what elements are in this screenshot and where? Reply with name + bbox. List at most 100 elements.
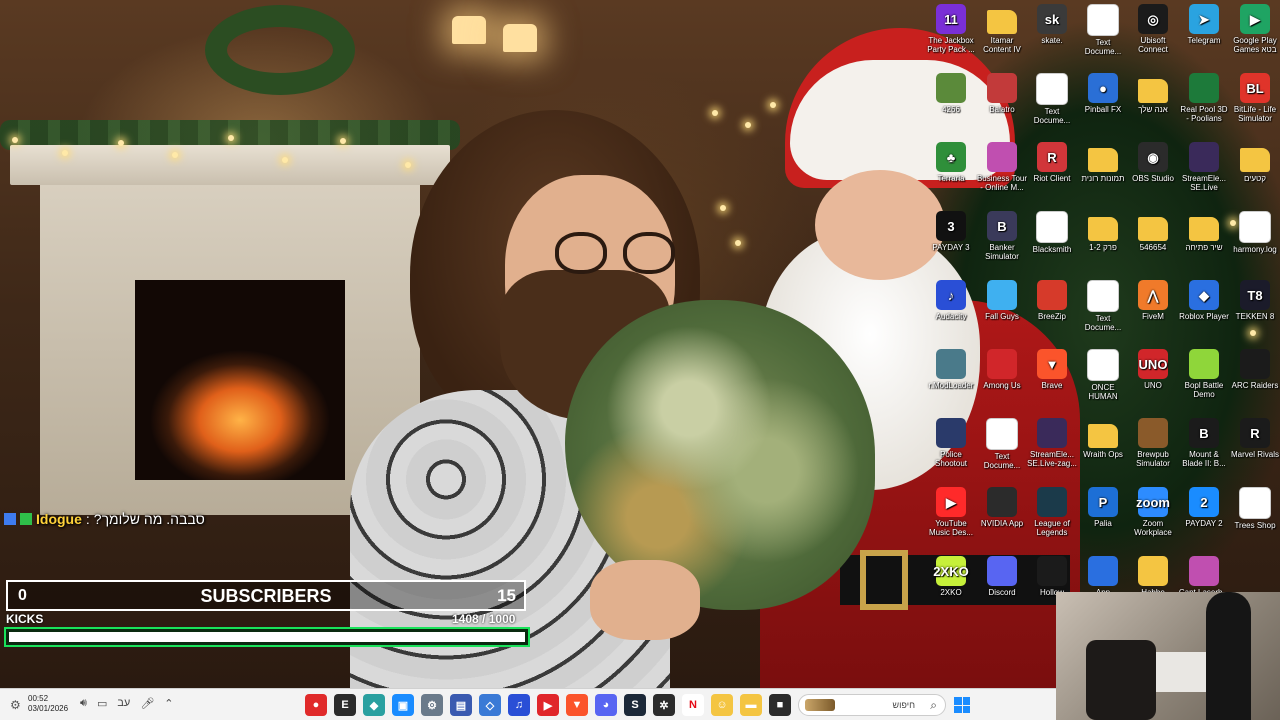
desktop-icon-uno[interactable]: UNO UNO — [1127, 349, 1179, 390]
desktop-icon-jackbox[interactable]: 11 The Jackbox Party Pack ... — [925, 4, 977, 54]
desktop-icon-ubisoft[interactable]: ◎ Ubisoft Connect — [1127, 4, 1179, 54]
desktop-icon-bopl-battle[interactable]: Bopl Battle Demo — [1178, 349, 1230, 399]
netflix-icon[interactable]: N — [682, 694, 704, 716]
desktop-icon-capt-laserhawk[interactable]: Capt Laserh... — [1178, 556, 1230, 597]
desktop-icon-label: 1-2 פרק — [1089, 243, 1117, 252]
settings-gear-icon[interactable]: ⚙ — [10, 698, 24, 712]
desktop-icon-folder[interactable]: Itamar Content IV — [976, 4, 1028, 54]
discord-taskbar-icon[interactable]: ◕ — [595, 694, 617, 716]
desktop-icon-brewpub-simulator[interactable]: Brewpub Simulator — [1127, 418, 1179, 468]
desktop-icon-roblox[interactable]: ◆ Roblox Player — [1178, 280, 1230, 321]
desktop-icon-telegram[interactable]: ➤ Telegram — [1178, 4, 1230, 45]
desktop-icon-brave[interactable]: ▼ Brave — [1026, 349, 1078, 390]
desktop-icon-fall-guys[interactable]: Fall Guys — [976, 280, 1028, 321]
desktop-icon-hollow[interactable]: Hollow — [1026, 556, 1078, 597]
desktop-icon-among-us[interactable]: Among Us — [976, 349, 1028, 390]
desktop-icon-marvel-rivals[interactable]: R Marvel Rivals — [1229, 418, 1280, 459]
desktop-icon-league-of-legends[interactable]: League of Legends — [1026, 487, 1078, 537]
headphones-app-icon[interactable]: ♫ — [508, 694, 530, 716]
record-app-icon[interactable]: ● — [305, 694, 327, 716]
obs-studio-icon: ◉ — [1138, 142, 1168, 172]
desktop-icon-blacksmith[interactable]: Blacksmith — [1026, 211, 1078, 254]
desktop-icon-tekken8[interactable]: T8 TEKKEN 8 — [1229, 280, 1280, 321]
desktop-icon-palia[interactable]: P Palia — [1077, 487, 1129, 528]
desktop-icon-shortcut[interactable]: 4266 — [925, 73, 977, 114]
desktop-icon-text-document[interactable]: Text Docume... — [976, 418, 1028, 470]
file-explorer-icon[interactable]: ▬ — [740, 694, 762, 716]
desktop-icon-folder[interactable]: שיר פתיחה — [1178, 211, 1230, 252]
wallpaper-lamp — [452, 16, 486, 44]
desktop-icon-folder[interactable]: Wraith Ops — [1077, 418, 1129, 459]
desktop-icon-folder[interactable]: אנה שלך — [1127, 73, 1179, 114]
desktop-icon-app[interactable]: App — [1077, 556, 1129, 597]
desktop-icon-text-document[interactable]: Text Docume... — [1026, 73, 1078, 125]
desktop-icon-folder[interactable]: קטעים — [1229, 142, 1280, 183]
chevron-up-icon[interactable]: ⌃ — [164, 697, 173, 710]
desktop-icon-discord[interactable]: Discord — [976, 556, 1028, 597]
settings-app-icon[interactable]: ⚙ — [421, 694, 443, 716]
terminal-icon[interactable]: ■ — [769, 694, 791, 716]
desktop-icon-skate[interactable]: sk skate. — [1026, 4, 1078, 45]
desktop-icon-nvidia[interactable]: NVIDIA App — [976, 487, 1028, 528]
start-button[interactable] — [954, 697, 970, 713]
desktop-icon-folder[interactable]: תמונות רונית — [1077, 142, 1129, 183]
log-file-icon — [1239, 211, 1271, 243]
desktop-icon-balatro[interactable]: Balatro — [976, 73, 1028, 114]
epic-games-icon[interactable]: E — [334, 694, 356, 716]
desktop-icon-folder[interactable]: 546654 — [1127, 211, 1179, 252]
game-app-icon[interactable]: ☺ — [711, 694, 733, 716]
desktop-icon-text-document[interactable]: Text Docume... — [1077, 4, 1129, 56]
subscribers-goal: 15 — [497, 586, 516, 605]
desktop-icon-modloader[interactable]: r.ModLoader — [925, 349, 977, 390]
chatgpt-icon[interactable]: ✲ — [653, 694, 675, 716]
desktop-icon-text-document[interactable]: Text Docume... — [1077, 280, 1129, 332]
network-icon[interactable]: ▭ — [97, 697, 107, 710]
desktop-icon-google-play-games[interactable]: ▶ Google Play Games בטא — [1229, 4, 1280, 54]
store-app-icon[interactable]: ▣ — [392, 694, 414, 716]
webcam-person — [1206, 592, 1251, 720]
google-play-games-icon: ▶ — [1240, 4, 1270, 34]
desktop-icon-label: PAYDAY 3 — [932, 243, 970, 252]
desktop-icon-mount-blade[interactable]: B Mount & Blade II: B... — [1178, 418, 1230, 468]
wallpaper-santa-buckle — [860, 550, 908, 610]
volume-icon[interactable]: 🔊︎ — [80, 697, 87, 710]
brave-taskbar-icon[interactable]: ▼ — [566, 694, 588, 716]
desktop-icon-label: תמונות רונית — [1081, 174, 1125, 183]
taskbar-clock[interactable]: 00:52 03/01/2026 — [28, 694, 68, 714]
desktop-icon-fivem[interactable]: ⋀ FiveM — [1127, 280, 1179, 321]
desktop-icon-trees-shop[interactable]: Trees Shop — [1229, 487, 1280, 530]
desktop-icon-real-pool[interactable]: Real Pool 3D - Poolians — [1178, 73, 1230, 123]
desktop-icon-breezip[interactable]: BreeZip — [1026, 280, 1078, 321]
desktop-icon-zoom[interactable]: zoom Zoom Workplace — [1127, 487, 1179, 537]
desktop-icon-streamelements[interactable]: StreamEle... SE.Live-zag... — [1026, 418, 1078, 468]
desktop-icon-riot-client[interactable]: R Riot Client — [1026, 142, 1078, 183]
desktop-icon-audacity[interactable]: ♪ Audacity — [925, 280, 977, 321]
language-indicator[interactable]: עב — [117, 697, 130, 710]
desktop-icon-payday3[interactable]: 3 PAYDAY 3 — [925, 211, 977, 252]
desktop-icon-terraria[interactable]: ♣ Terraria — [925, 142, 977, 183]
diamond-app-icon[interactable]: ◇ — [479, 694, 501, 716]
folder-icon — [1088, 424, 1118, 448]
steam-icon[interactable]: S — [624, 694, 646, 716]
chat-message: Idogue : סבבה. מה שלומך? — [4, 508, 205, 530]
desktop-icon-obs-studio[interactable]: ◉ OBS Studio — [1127, 142, 1179, 183]
tool-app-icon[interactable]: ▤ — [450, 694, 472, 716]
taskbar-search[interactable]: חיפוש ⌕ — [798, 694, 946, 716]
desktop-icon-pinball-fx[interactable]: ● Pinball FX — [1077, 73, 1129, 114]
desktop-icon-payday2[interactable]: 2 PAYDAY 2 — [1178, 487, 1230, 528]
desktop-icon-police-shootout[interactable]: Police Shootout — [925, 418, 977, 468]
desktop-icon-once-human[interactable]: ONCE HUMAN — [1077, 349, 1129, 401]
desktop-icon-youtube-music[interactable]: ▶ YouTube Music Des... — [925, 487, 977, 537]
desktop-icon-bitlife[interactable]: BL BitLife - Life Simulator — [1229, 73, 1280, 123]
desktop-icon-label: StreamEle... SE.Live-zag... — [1027, 450, 1077, 468]
desktop-icon-banker-simulator[interactable]: B Banker Simulator — [976, 211, 1028, 261]
desktop-icon-folder[interactable]: 1-2 פרק — [1077, 211, 1129, 252]
desktop-icon-business-tour[interactable]: Business Tour - Online M... — [976, 142, 1028, 192]
browser-app-icon[interactable]: ◆ — [363, 694, 385, 716]
desktop-icon-2xko[interactable]: 2XKO 2XKO — [925, 556, 977, 597]
desktop-icon-arc-raiders[interactable]: ARC Raiders — [1229, 349, 1280, 390]
microphone-icon[interactable]: 🎤︎ — [140, 697, 154, 710]
desktop-icon-log-file[interactable]: harmony.log — [1229, 211, 1280, 254]
desktop-icon-streamelements[interactable]: StreamEle... SE.Live — [1178, 142, 1230, 192]
media-app-icon[interactable]: ▶ — [537, 694, 559, 716]
